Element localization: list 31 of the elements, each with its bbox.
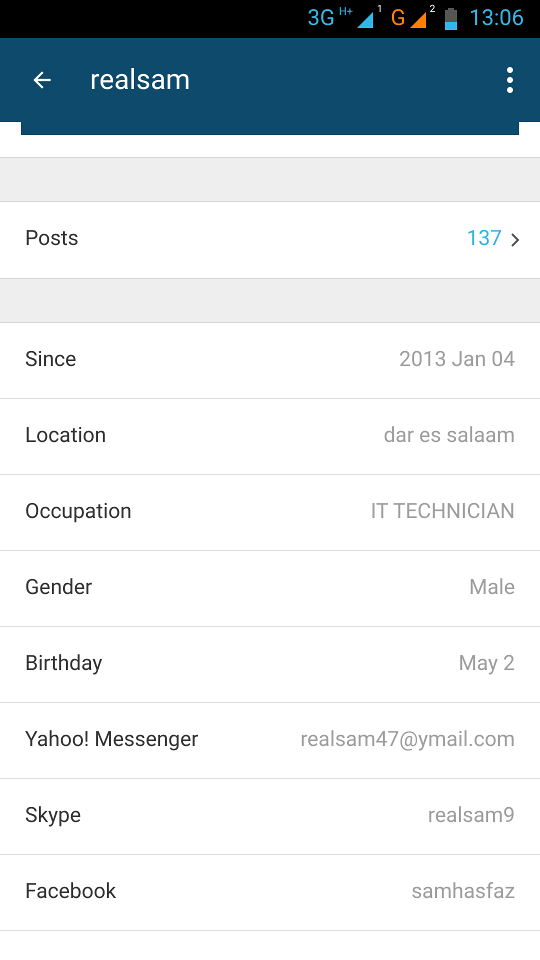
network-type: 3G (308, 8, 335, 30)
row-value: realsam9 (428, 802, 515, 830)
screen-title: realsam (90, 62, 190, 98)
row-value: May 2 (458, 650, 515, 678)
sim-index: 2 (430, 5, 436, 15)
clock: 13:06 (469, 8, 524, 30)
posts-row[interactable]: Posts 137 (0, 202, 540, 278)
row-label: Skype (25, 802, 81, 830)
more-vertical-icon (507, 67, 513, 93)
signal-icon (356, 10, 373, 28)
sim-index: 1 (376, 5, 383, 15)
row-label: Yahoo! Messenger (25, 726, 198, 754)
network-label: H+ (338, 6, 353, 17)
row-value: IT TECHNICIAN (370, 498, 515, 526)
signal-icon (410, 10, 426, 28)
row-label: Facebook (25, 878, 116, 906)
row-label: Birthday (25, 650, 102, 678)
battery-icon (445, 8, 458, 30)
row-label: Since (25, 346, 76, 374)
row-label: Location (25, 422, 106, 450)
row-label: Occupation (25, 498, 132, 526)
row-value: 2013 Jan 04 (399, 346, 515, 374)
network-type: G (390, 8, 406, 30)
row-label: Gender (25, 574, 92, 602)
chevron-right-icon (510, 233, 520, 247)
row-value: Male (469, 574, 515, 602)
row-label: Posts (25, 226, 79, 254)
row-value: realsam47@ymail.com (300, 726, 515, 754)
row-value: dar es salaam (384, 422, 515, 450)
row-value: samhasfaz (411, 878, 515, 906)
post-count: 137 (466, 226, 502, 254)
